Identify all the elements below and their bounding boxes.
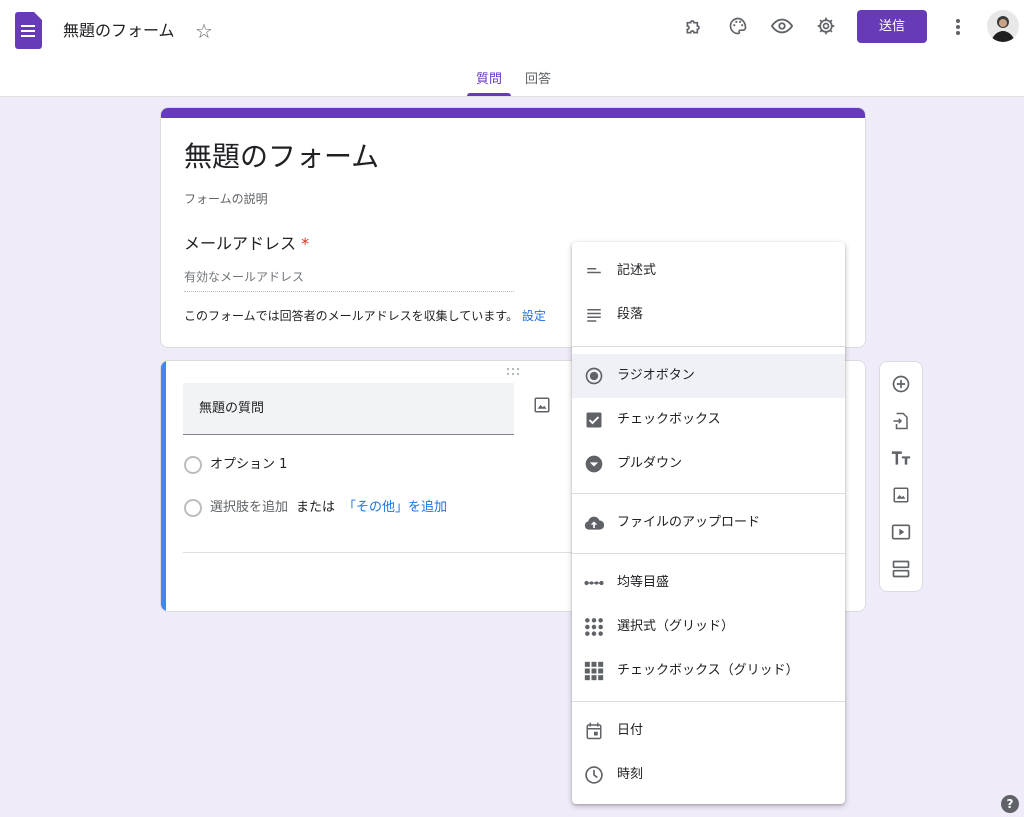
menu-item-multiple-choice-grid[interactable]: 選択式（グリッド）	[572, 605, 845, 649]
active-card-indicator	[161, 361, 166, 611]
add-question-icon[interactable]	[891, 374, 911, 394]
gear-icon[interactable]	[814, 14, 838, 38]
calendar-icon	[584, 721, 604, 741]
menu-divider	[572, 493, 845, 494]
menu-item-file-upload[interactable]: ファイルのアップロード	[572, 501, 845, 545]
radio-button-icon	[584, 366, 604, 386]
menu-item-multiple-choice[interactable]: ラジオボタン	[572, 354, 845, 398]
email-collection-note: このフォームでは回答者のメールアドレスを収集しています。 設定	[184, 308, 546, 324]
menu-item-date[interactable]: 日付	[572, 709, 845, 753]
add-option-row: 選択肢を追加 または 「その他」を追加	[210, 499, 447, 517]
send-button[interactable]: 送信	[857, 10, 927, 43]
menu-item-label: チェックボックス（グリッド）	[617, 663, 799, 678]
eye-icon[interactable]	[770, 14, 794, 38]
menu-item-dropdown[interactable]: プルダウン	[572, 442, 845, 486]
app-header: 無題のフォーム ☆ 送信 質問 回答	[0, 0, 1024, 97]
paragraph-icon	[584, 305, 604, 325]
menu-item-time[interactable]: 時刻	[572, 753, 845, 797]
option-1-label[interactable]: オプション 1	[210, 456, 287, 474]
radio-add-option	[184, 499, 202, 517]
add-section-icon[interactable]	[891, 559, 911, 579]
collect-note-text: このフォームでは回答者のメールアドレスを収集しています。	[184, 309, 519, 323]
drag-handle-icon[interactable]	[507, 368, 523, 376]
avatar[interactable]	[987, 10, 1019, 42]
linear-scale-icon	[584, 573, 604, 593]
tab-questions[interactable]: 質問	[476, 72, 502, 88]
add-image-icon[interactable]	[533, 396, 551, 414]
add-option-link[interactable]: 選択肢を追加	[210, 500, 288, 515]
clock-icon	[584, 765, 604, 785]
tab-bar: 質問 回答	[0, 68, 1024, 97]
active-tab-indicator	[467, 93, 511, 96]
question-title-input[interactable]: 無題の質問	[183, 383, 514, 435]
add-title-icon[interactable]	[891, 448, 911, 468]
help-icon[interactable]: ?	[1001, 795, 1019, 813]
menu-item-label: ファイルのアップロード	[617, 515, 761, 530]
menu-item-label: 選択式（グリッド）	[617, 619, 735, 634]
menu-item-checkboxes[interactable]: チェックボックス	[572, 398, 845, 442]
checkbox-icon	[584, 410, 604, 430]
required-mark: *	[301, 234, 310, 253]
menu-item-checkbox-grid[interactable]: チェックボックス（グリッド）	[572, 649, 845, 693]
puzzle-icon[interactable]	[682, 14, 706, 38]
grid-dots-icon	[584, 617, 604, 637]
email-underline	[184, 291, 514, 292]
form-description[interactable]: フォームの説明	[184, 191, 268, 207]
star-icon[interactable]: ☆	[192, 19, 216, 43]
form-title[interactable]: 無題のフォーム	[184, 139, 379, 175]
dropdown-icon	[584, 454, 604, 474]
email-question-label: メールアドレス *	[184, 233, 309, 255]
add-image-icon[interactable]	[891, 485, 911, 505]
menu-item-short-answer[interactable]: 記述式	[572, 249, 845, 293]
menu-item-label: ラジオボタン	[617, 368, 695, 383]
forms-logo[interactable]	[15, 12, 42, 49]
menu-item-label: チェックボックス	[617, 412, 721, 427]
email-field[interactable]: 有効なメールアドレス	[184, 269, 304, 285]
add-video-icon[interactable]	[891, 522, 911, 542]
cloud-upload-icon	[584, 513, 604, 533]
menu-item-label: 段落	[617, 307, 644, 322]
document-title[interactable]: 無題のフォーム	[63, 20, 175, 42]
email-label-text: メールアドレス	[184, 234, 297, 253]
import-questions-icon[interactable]	[891, 411, 911, 431]
menu-divider	[572, 346, 845, 347]
or-text: または	[296, 500, 336, 515]
settings-link[interactable]: 設定	[522, 309, 546, 323]
grid-squares-icon	[584, 661, 604, 681]
question-title-text: 無題の質問	[199, 401, 265, 416]
menu-item-paragraph[interactable]: 段落	[572, 293, 845, 337]
menu-item-label: 時刻	[617, 767, 644, 782]
radio-option-1[interactable]	[184, 456, 202, 474]
accent-bar	[161, 108, 865, 118]
menu-item-label: プルダウン	[617, 456, 683, 471]
add-other-link[interactable]: 「その他」を追加	[343, 500, 447, 515]
short-text-icon	[584, 261, 604, 281]
question-type-menu: 記述式 段落 ラジオボタン チェックボックス プルダウン ファイルのアップロード…	[572, 242, 845, 804]
menu-item-linear-scale[interactable]: 均等目盛	[572, 561, 845, 605]
menu-item-label: 記述式	[617, 263, 657, 278]
tab-responses[interactable]: 回答	[525, 72, 551, 88]
menu-item-label: 均等目盛	[617, 575, 670, 590]
floating-toolbar	[879, 361, 923, 592]
menu-item-label: 日付	[617, 723, 644, 738]
palette-icon[interactable]	[726, 14, 750, 38]
menu-divider	[572, 701, 845, 702]
menu-divider	[572, 553, 845, 554]
more-vert-icon[interactable]	[948, 16, 968, 38]
